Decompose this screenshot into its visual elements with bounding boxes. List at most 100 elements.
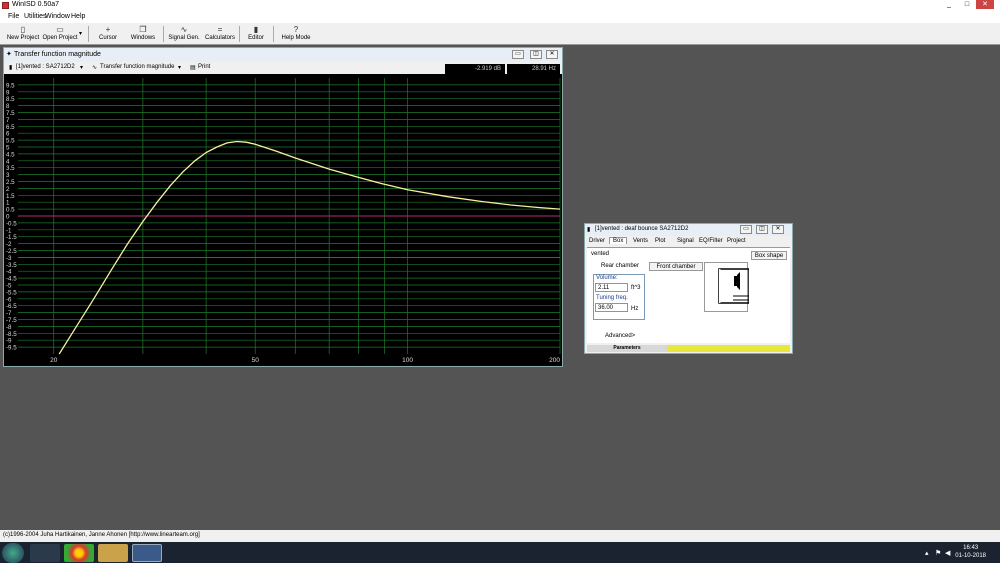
volume-unit: ft^3 [631, 285, 641, 291]
toolbar-separator [239, 26, 240, 42]
clock-date: 01-10-2018 [955, 553, 986, 559]
tab-box[interactable]: Box [609, 237, 628, 244]
winisd-taskbar-icon[interactable] [132, 544, 162, 562]
plot-area[interactable]: 9.5 9 8.5 8 7.5 7 6.5 6 5.5 5 4.5 4 3.5 3 2.5 2 1.5 1 0.5 0… [4, 74, 562, 366]
box-minimize-button[interactable]: ▭ [740, 225, 752, 234]
box-status-strip: Parameters [587, 345, 790, 352]
parameters-label: Parameters [587, 345, 667, 352]
toolbar-separator [273, 26, 274, 42]
status-indicator [667, 345, 790, 352]
front-chamber-tab[interactable]: Front chamber [649, 262, 703, 271]
graph-type-icon: ∿ [92, 65, 98, 71]
app-icon [2, 2, 9, 9]
open-project-button[interactable]: ▭ Open Project [42, 25, 78, 44]
new-project-button[interactable]: ▯ New Project [6, 25, 40, 44]
box-close-button[interactable]: ✕ [772, 225, 784, 234]
box-maximize-button[interactable]: ◫ [756, 225, 768, 234]
copyright-text: (c)1996-2004 Juha Hartikainen, Janne Aho… [3, 532, 200, 538]
calculators-button[interactable]: = Calculators [204, 25, 236, 44]
chart-minimize-button[interactable]: ▭ [512, 50, 524, 59]
windows-button[interactable]: ❐ Windows [128, 25, 158, 44]
volume-input[interactable]: 2.11 [595, 283, 628, 292]
cursor-button[interactable]: + Cursor [95, 25, 121, 44]
graph-type-select[interactable]: Transfer function magnitude [100, 64, 174, 70]
printer-icon: ▤ [190, 65, 196, 71]
driver-dropdown-icon[interactable]: ▾ [80, 64, 83, 71]
chart-maximize-button[interactable]: ◫ [530, 50, 542, 59]
menu-file[interactable]: File [8, 13, 19, 20]
toolbar-separator [88, 26, 89, 42]
cursor-label: Cursor [98, 35, 117, 41]
new-document-icon: ▯ [20, 25, 26, 34]
tab-signal[interactable]: Signal [677, 238, 694, 244]
tab-vents[interactable]: Vents [633, 238, 648, 244]
chart-window-title: Transfer function magnitude [14, 51, 101, 58]
print-button[interactable]: Print [198, 64, 210, 70]
driver-icon: ▮ [9, 65, 13, 71]
status-bar: (c)1996-2004 Juha Hartikainen, Janne Aho… [0, 530, 1000, 542]
rear-chamber-tab[interactable]: Rear chamber [591, 262, 649, 271]
menu-help[interactable]: Help [71, 13, 85, 20]
driver-select[interactable]: [1]vented : SA2712D2 [16, 64, 75, 70]
box-settings-window: ▮ [1]vented : deaf bounce SA2712D2 ▭ ◫ ✕… [584, 223, 793, 354]
windows-icon: ❐ [139, 25, 147, 34]
transfer-function-window: ✦ Transfer function magnitude ▭ ◫ ✕ ▮ [1… [3, 47, 563, 367]
box-window-title: [1]vented : deaf bounce SA2712D2 [595, 226, 689, 232]
help-icon: ? [293, 25, 299, 34]
box-tabs: Driver Box Vents Plot Signal EQ/Filter P… [585, 237, 792, 247]
app-title: WinISD 0.50a7 [12, 1, 60, 8]
chrome-icon[interactable] [64, 544, 94, 562]
taskbar-app-icon[interactable] [30, 544, 60, 562]
box-tab-panel: vented Rear chamber Front chamber Box sh… [587, 247, 790, 343]
box-shape-button[interactable]: Box shape [751, 251, 787, 260]
tab-driver[interactable]: Driver [589, 238, 605, 244]
menu-utilities[interactable]: Utilities [24, 13, 47, 20]
x-tick-label: 50 [252, 357, 260, 364]
x-tick-label: 20 [50, 357, 58, 364]
help-mode-label: Help Mode [281, 35, 311, 41]
y-tick-label: -9.5 [6, 345, 17, 352]
main-toolbar: ▯ New Project ▭ Open Project ▾ + Cursor … [0, 23, 1000, 45]
windows-label: Windows [130, 35, 156, 41]
folder-icon[interactable] [98, 544, 128, 562]
cursor-icon: + [105, 25, 111, 34]
graph-dropdown-icon[interactable]: ▾ [178, 64, 181, 71]
menu-window[interactable]: Window [45, 13, 70, 20]
menu-bar: File Utilities Window Help [0, 11, 1000, 23]
tab-eq-filter[interactable]: EQ/Filter [699, 238, 723, 244]
open-project-dropdown-icon[interactable]: ▾ [79, 30, 82, 37]
system-clock[interactable]: 16:43 01-10-2018 [955, 544, 986, 560]
response-curve [58, 140, 561, 355]
editor-button[interactable]: ▮ Editor [244, 25, 268, 44]
cursor-db-readout: -2.919 dB [445, 64, 505, 74]
transfer-function-chart[interactable]: 9.598.587.576.565.554.543.532.521.510.50… [4, 74, 562, 366]
box-window-icon: ▮ [587, 227, 591, 233]
tab-plot[interactable]: Plot [655, 238, 665, 244]
new-project-label: New Project [6, 35, 40, 41]
toolbar-separator [163, 26, 164, 42]
minimize-button[interactable]: _ [940, 0, 958, 9]
sine-wave-icon: ∿ [180, 25, 188, 34]
flag-icon[interactable]: ⚑ [935, 549, 941, 557]
calculators-label: Calculators [204, 35, 235, 41]
signal-gen-button[interactable]: ∿ Signal Gen. [168, 25, 200, 44]
taskbar: ▴ ⚑ ◀ 16:43 01-10-2018 [0, 542, 1000, 563]
chart-close-button[interactable]: ✕ [546, 50, 558, 59]
tab-project[interactable]: Project [727, 238, 746, 244]
x-tick-label: 200 [549, 357, 560, 364]
help-mode-button[interactable]: ? Help Mode [280, 25, 312, 44]
speaker-icon[interactable]: ◀ [945, 549, 950, 557]
advanced-button[interactable]: Advanced> [605, 333, 635, 339]
chart-toolbar: ▮ [1]vented : SA2712D2 ▾ ∿ Transfer func… [4, 62, 562, 74]
maximize-button[interactable]: □ [958, 0, 976, 9]
tuning-freq-input[interactable]: 36.00 [595, 303, 628, 312]
tray-arrow-icon[interactable]: ▴ [925, 549, 929, 557]
box-window-title-bar[interactable]: ▮ [1]vented : deaf bounce SA2712D2 ▭ ◫ ✕ [585, 224, 792, 236]
close-button[interactable]: ✕ [976, 0, 994, 9]
chart-window-title-bar[interactable]: ✦ Transfer function magnitude ▭ ◫ ✕ [4, 48, 562, 62]
box-type-label: vented [591, 251, 610, 257]
box-diagram [704, 262, 750, 312]
start-button[interactable] [2, 543, 24, 563]
editor-label: Editor [248, 35, 264, 41]
open-project-label: Open Project [42, 35, 78, 41]
